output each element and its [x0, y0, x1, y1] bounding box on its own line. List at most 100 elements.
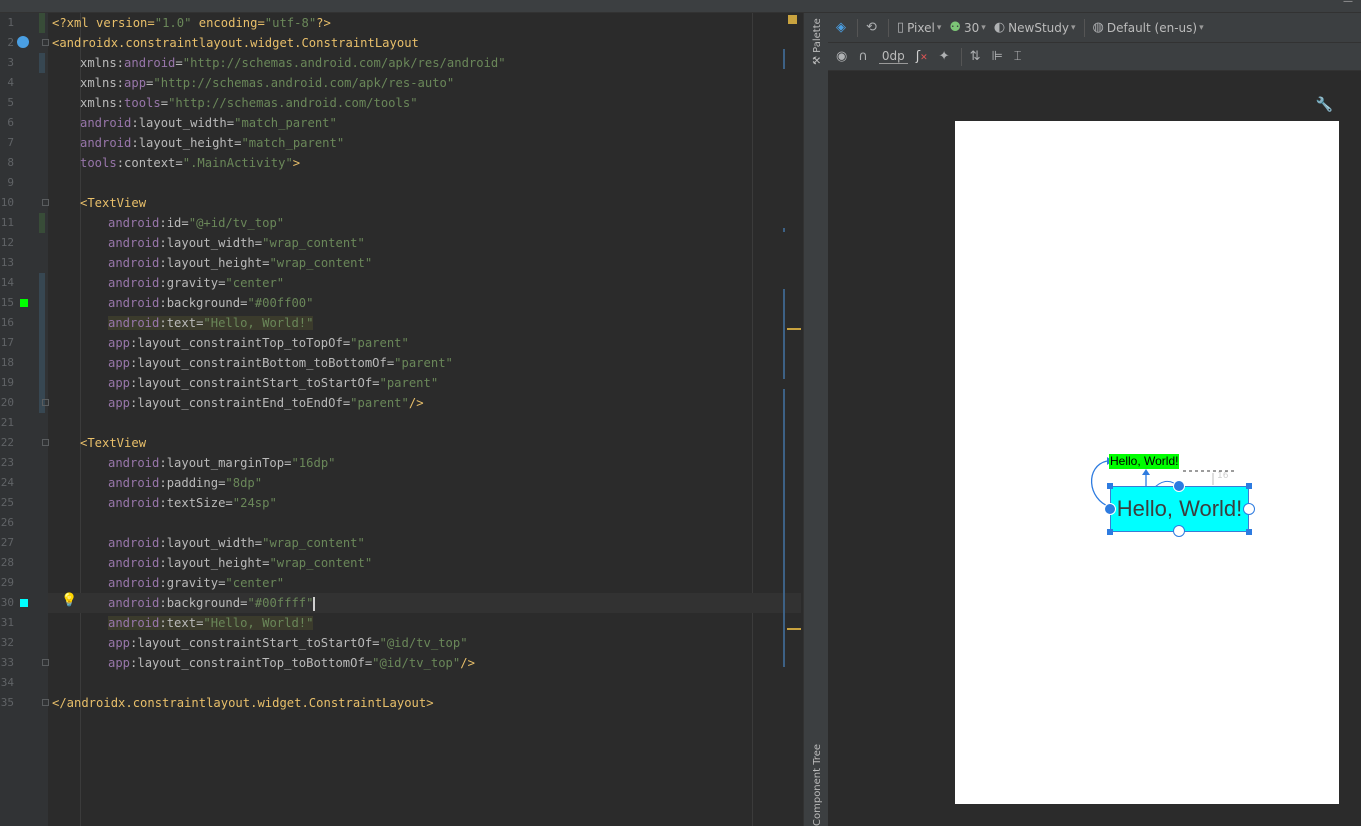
- vcs-change-marker[interactable]: [39, 13, 45, 33]
- fold-icon[interactable]: [42, 659, 49, 666]
- top-anchor[interactable]: [1173, 480, 1185, 492]
- vcs-change-marker[interactable]: [39, 273, 45, 293]
- wrench-icon[interactable]: 🔧: [1316, 97, 1333, 113]
- api-level-dropdown[interactable]: ⚉ 30 ▾: [949, 17, 985, 39]
- text-caret: [313, 596, 316, 611]
- line-number: 19: [0, 376, 14, 389]
- lightbulb-icon[interactable]: 💡: [61, 593, 77, 608]
- divider: [1083, 18, 1085, 37]
- layout-preview-icon[interactable]: [17, 36, 29, 48]
- default-margin-field[interactable]: 0dp: [878, 46, 908, 68]
- inspection-status-icon[interactable]: [788, 15, 797, 24]
- line-number: 9: [7, 176, 14, 189]
- line-number: 11: [0, 216, 14, 229]
- code-line-19: app:layout_constraintStart_toStartOf="pa…: [108, 376, 439, 390]
- chevron-down-icon: ▾: [1199, 22, 1204, 33]
- magic-wand-icon: ✦: [938, 49, 950, 64]
- fold-icon[interactable]: [42, 439, 49, 446]
- theme-dropdown[interactable]: ◐ NewStudy ▾: [994, 17, 1076, 39]
- code-line-16: android:text="Hello, World!": [108, 316, 314, 330]
- pack-button[interactable]: ⇅: [970, 46, 984, 68]
- code-line-13: android:layout_height="wrap_content": [108, 256, 373, 270]
- line-number: 5: [7, 96, 14, 109]
- code-line-10: <TextView: [80, 196, 147, 210]
- code-editor[interactable]: 1 2 3 4 5 6 7 8 9 10 11 12 13 14 15 16 17 18 19 20 21 22 23 24 2…: [0, 13, 801, 826]
- code-line-31: android:text="Hello, World!": [108, 616, 314, 630]
- resize-handle[interactable]: [1246, 529, 1252, 535]
- resize-handle[interactable]: [1246, 483, 1252, 489]
- globe-icon: ◍: [1092, 20, 1104, 35]
- line-number: 4: [7, 76, 14, 89]
- device-preview[interactable]: Hello, World! Hello, World! 16: [955, 121, 1339, 804]
- vcs-change-marker[interactable]: [39, 213, 45, 233]
- tv-top-preview[interactable]: Hello, World!: [1109, 454, 1180, 469]
- end-anchor[interactable]: [1243, 503, 1255, 515]
- color-swatch-icon[interactable]: [20, 599, 28, 607]
- align-icon: ⊫: [991, 49, 1003, 64]
- constraint-toolbar: ◉ ∩ 0dp ʃ✕ ✦ ⇅ ⊫ ⌶: [828, 43, 1361, 71]
- fold-icon[interactable]: [42, 399, 49, 406]
- editor-gutter: 1 2 3 4 5 6 7 8 9 10 11 12 13 14 15 16 17 18 19 20 21 22 23 24 2…: [0, 13, 49, 826]
- fold-icon[interactable]: [42, 199, 49, 206]
- code-line-5: xmlns:tools="http://schemas.android.com/…: [80, 96, 418, 110]
- bottom-anchor[interactable]: [1173, 525, 1185, 537]
- view-options-button[interactable]: ◉: [836, 46, 850, 68]
- fold-icon[interactable]: [42, 39, 49, 46]
- scroll-marker: [783, 49, 785, 69]
- code-line-6: android:layout_width="match_parent": [80, 116, 337, 130]
- chevron-down-icon: ▾: [981, 22, 986, 33]
- orientation-button[interactable]: ⟲: [866, 17, 880, 39]
- code-line-28: android:layout_height="wrap_content": [108, 556, 373, 570]
- line-number: 32: [0, 636, 14, 649]
- chevron-down-icon: ▾: [936, 22, 942, 33]
- window-controls[interactable]: —: [1343, 0, 1353, 7]
- line-number: 8: [7, 156, 14, 169]
- device-dropdown[interactable]: ▯ Pixel ▾: [897, 17, 941, 39]
- code-line-7: android:layout_height="match_parent": [80, 136, 345, 150]
- color-swatch-icon[interactable]: [20, 299, 28, 307]
- code-line-11: android:id="@+id/tv_top": [108, 216, 285, 230]
- vcs-change-marker[interactable]: [39, 373, 45, 413]
- infer-constraints-button[interactable]: ✦: [939, 46, 953, 68]
- line-number: 25: [0, 496, 14, 509]
- line-number: 13: [0, 256, 14, 269]
- line-number: 26: [0, 516, 14, 529]
- clear-constraints-button[interactable]: ʃ✕: [916, 46, 931, 68]
- code-area[interactable]: <?xml version="1.0" encoding="utf-8"?> <…: [48, 13, 801, 826]
- warning-marker[interactable]: [787, 628, 801, 630]
- right-margin-guide: [752, 13, 753, 826]
- code-line-4: xmlns:app="http://schemas.android.com/ap…: [80, 76, 455, 90]
- line-number: 23: [0, 456, 14, 469]
- line-number: 20: [0, 396, 14, 409]
- locale-dropdown[interactable]: ◍ Default (en-us) ▾: [1093, 17, 1204, 39]
- rotate-icon: ⟲: [866, 20, 877, 35]
- line-number: 35: [0, 696, 14, 709]
- line-number: 21: [0, 416, 14, 429]
- resize-handle[interactable]: [1107, 529, 1113, 535]
- design-toolbar: ◈ ⟲ ▯ Pixel ▾ ⚉ 30 ▾ ◐ NewStudy ▾ ◍ Default (en…: [828, 13, 1361, 43]
- code-line-25: android:textSize="24sp": [108, 496, 277, 510]
- guidelines-button[interactable]: ⌶: [1014, 46, 1025, 68]
- line-number: 27: [0, 536, 14, 549]
- scroll-marker: [783, 389, 785, 667]
- magnet-off-icon: ∩: [858, 49, 868, 64]
- autoconnect-toggle[interactable]: ∩: [858, 46, 871, 68]
- code-line-17: app:layout_constraintTop_toTopOf="parent…: [108, 336, 409, 350]
- line-number: 10: [0, 196, 14, 209]
- design-surface-button[interactable]: ◈: [836, 17, 849, 39]
- align-button[interactable]: ⊫: [991, 46, 1005, 68]
- android-icon: ⚉: [949, 20, 962, 35]
- palette-tab[interactable]: ⚒ Palette: [812, 18, 823, 65]
- start-anchor[interactable]: [1104, 503, 1116, 515]
- component-tree-tab[interactable]: Component Tree: [812, 744, 823, 826]
- divider: [887, 18, 889, 37]
- vcs-change-marker[interactable]: [39, 53, 45, 73]
- warning-marker[interactable]: [787, 328, 801, 330]
- code-line-18: app:layout_constraintBottom_toBottomOf="…: [108, 356, 453, 370]
- pack-icon: ⇅: [969, 49, 981, 64]
- line-number: 6: [7, 116, 14, 129]
- line-number: 34: [0, 676, 14, 689]
- resize-handle[interactable]: [1107, 483, 1113, 489]
- line-number: 18: [0, 356, 14, 369]
- fold-icon[interactable]: [42, 699, 49, 706]
